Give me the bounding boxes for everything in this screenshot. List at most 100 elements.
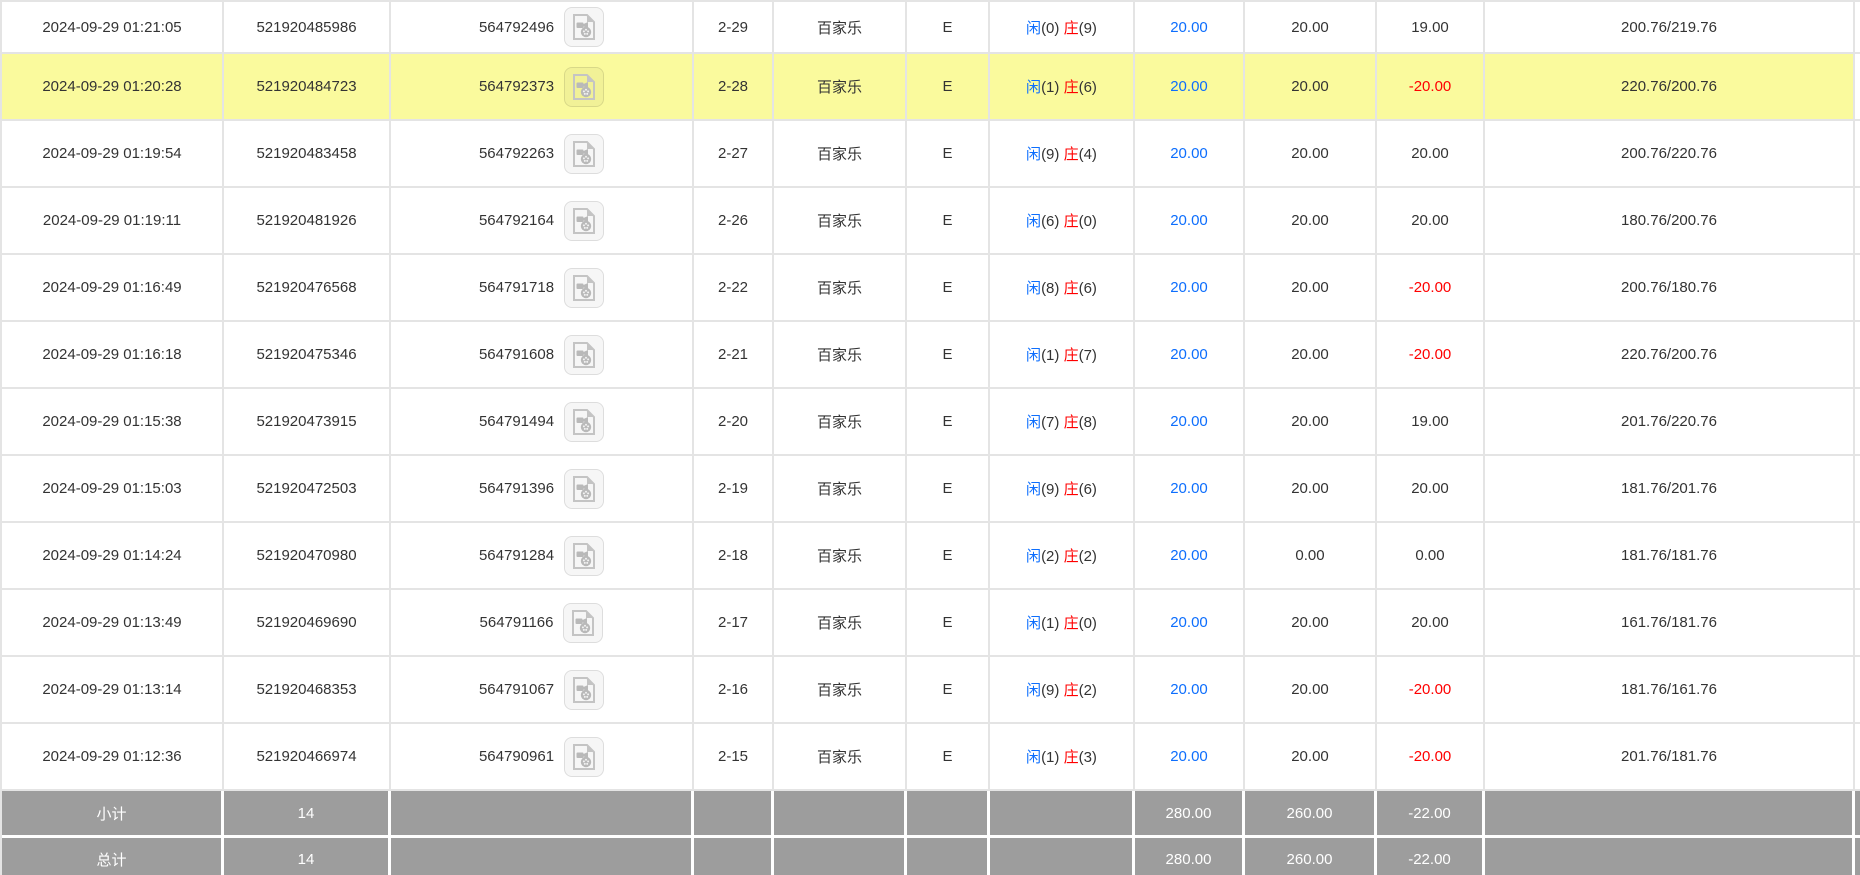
bet-amount[interactable]: 20.00 <box>1135 456 1245 523</box>
video-file-icon <box>573 14 596 40</box>
banker-label: 庄 <box>1063 481 1079 498</box>
bet-amount[interactable]: 20.00 <box>1135 255 1245 322</box>
summary-win-loss-total: -22.00 <box>1377 791 1485 838</box>
table-edge-spacer <box>1855 188 1860 255</box>
round-id-cell: 564792164 <box>391 188 694 255</box>
bet-amount[interactable]: 20.00 <box>1135 121 1245 188</box>
video-file-icon <box>573 676 596 703</box>
record-row[interactable]: 2024-09-29 01:14:24 521920470980 5647912… <box>2 523 1860 590</box>
video-replay-button[interactable] <box>564 267 605 308</box>
video-replay-button[interactable] <box>564 401 605 442</box>
table-code: E <box>907 2 990 54</box>
round-id: 564791166 <box>479 614 554 631</box>
round-id-cell: 564791396 <box>391 456 694 523</box>
player-points: (7) <box>1041 414 1060 431</box>
bet-amount[interactable]: 20.00 <box>1135 188 1245 255</box>
player-label: 闲 <box>1026 213 1042 230</box>
video-replay-button[interactable] <box>564 669 605 710</box>
player-points: (1) <box>1041 749 1060 766</box>
record-row[interactable]: 2024-09-29 01:13:14 521920468353 5647910… <box>2 657 1860 724</box>
record-row[interactable]: 2024-09-29 01:13:49 521920469690 5647911… <box>2 590 1860 657</box>
banker-points: (3) <box>1078 749 1097 766</box>
video-replay-button[interactable] <box>564 200 605 241</box>
balance-before-after: 220.76/200.76 <box>1485 54 1855 121</box>
video-replay-button[interactable] <box>564 133 605 174</box>
video-replay-button[interactable] <box>564 334 605 375</box>
video-replay-button[interactable] <box>564 468 605 509</box>
summary-empty-cell <box>391 838 694 875</box>
round-id: 564791284 <box>478 547 555 564</box>
round-id: 564791718 <box>478 279 555 296</box>
record-row[interactable]: 2024-09-29 01:12:36 521920466974 5647909… <box>2 724 1860 791</box>
game-result: 闲(1) 庄(3) <box>990 724 1135 791</box>
win-loss: 20.00 <box>1377 121 1485 188</box>
round-id: 564791608 <box>478 346 555 363</box>
player-points: (0) <box>1041 19 1060 37</box>
game-result: 闲(9) 庄(4) <box>990 121 1135 188</box>
valid-amount: 20.00 <box>1245 456 1377 523</box>
balance-before-after: 181.76/181.76 <box>1485 523 1855 590</box>
video-replay-button[interactable] <box>564 736 605 777</box>
banker-label: 庄 <box>1063 19 1079 37</box>
round-id: 564792373 <box>478 78 555 95</box>
balance-before-after: 200.76/219.76 <box>1485 2 1855 54</box>
record-row[interactable]: 2024-09-29 01:21:05 521920485986 5647924… <box>2 2 1860 54</box>
player-label: 闲 <box>1026 146 1042 163</box>
video-file-icon <box>573 207 596 234</box>
record-row[interactable]: 2024-09-29 01:16:18 521920475346 5647916… <box>2 322 1860 389</box>
round-id-cell: 564791494 <box>391 389 694 456</box>
video-file-icon <box>573 408 596 435</box>
player-points: (9) <box>1041 481 1060 498</box>
bet-id: 521920470980 <box>224 523 391 590</box>
video-replay-button[interactable] <box>564 66 605 107</box>
game-type: 百家乐 <box>774 121 907 188</box>
shoe-round: 2-21 <box>694 322 774 389</box>
banker-points: (0) <box>1078 615 1097 632</box>
summary-bet-total: 280.00 <box>1135 838 1245 875</box>
valid-amount: 20.00 <box>1245 389 1377 456</box>
player-label: 闲 <box>1026 414 1042 431</box>
record-row[interactable]: 2024-09-29 01:20:28 521920484723 5647923… <box>2 54 1860 121</box>
valid-amount: 20.00 <box>1245 657 1377 724</box>
banker-points: (7) <box>1078 347 1097 364</box>
bet-amount[interactable]: 20.00 <box>1135 657 1245 724</box>
game-result: 闲(0) 庄(9) <box>990 2 1135 54</box>
bet-time: 2024-09-29 01:16:18 <box>2 322 224 389</box>
bet-amount[interactable]: 20.00 <box>1135 590 1245 657</box>
valid-amount: 20.00 <box>1245 121 1377 188</box>
shoe-round: 2-15 <box>694 724 774 791</box>
bet-time: 2024-09-29 01:21:05 <box>2 2 224 54</box>
round-id: 564792263 <box>478 145 555 162</box>
record-row[interactable]: 2024-09-29 01:16:49 521920476568 5647917… <box>2 255 1860 322</box>
record-row[interactable]: 2024-09-29 01:15:03 521920472503 5647913… <box>2 456 1860 523</box>
bet-id: 521920483458 <box>224 121 391 188</box>
table-edge-spacer <box>1855 791 1860 838</box>
bet-time: 2024-09-29 01:15:38 <box>2 389 224 456</box>
bet-amount[interactable]: 20.00 <box>1135 54 1245 121</box>
bet-amount[interactable]: 20.00 <box>1135 523 1245 590</box>
record-row[interactable]: 2024-09-29 01:15:38 521920473915 5647914… <box>2 389 1860 456</box>
table-code: E <box>907 590 990 657</box>
bet-amount[interactable]: 20.00 <box>1135 322 1245 389</box>
banker-points: (6) <box>1078 280 1097 297</box>
video-replay-button[interactable] <box>564 535 605 576</box>
record-row[interactable]: 2024-09-29 01:19:11 521920481926 5647921… <box>2 188 1860 255</box>
summary-valid-total: 260.00 <box>1245 791 1377 838</box>
banker-label: 庄 <box>1063 548 1079 565</box>
bet-amount[interactable]: 20.00 <box>1135 2 1245 54</box>
banker-label: 庄 <box>1063 615 1079 632</box>
bet-amount[interactable]: 20.00 <box>1135 389 1245 456</box>
balance-before-after: 180.76/200.76 <box>1485 188 1855 255</box>
table-code: E <box>907 724 990 791</box>
win-loss: 20.00 <box>1377 188 1485 255</box>
bet-amount[interactable]: 20.00 <box>1135 724 1245 791</box>
valid-amount: 20.00 <box>1245 590 1377 657</box>
table-edge-spacer <box>1855 121 1860 188</box>
video-replay-button[interactable] <box>563 602 604 643</box>
video-replay-button[interactable] <box>564 7 605 47</box>
player-points: (1) <box>1041 347 1060 364</box>
game-type: 百家乐 <box>774 255 907 322</box>
record-row[interactable]: 2024-09-29 01:19:54 521920483458 5647922… <box>2 121 1860 188</box>
table-code: E <box>907 389 990 456</box>
video-file-icon <box>573 475 596 502</box>
